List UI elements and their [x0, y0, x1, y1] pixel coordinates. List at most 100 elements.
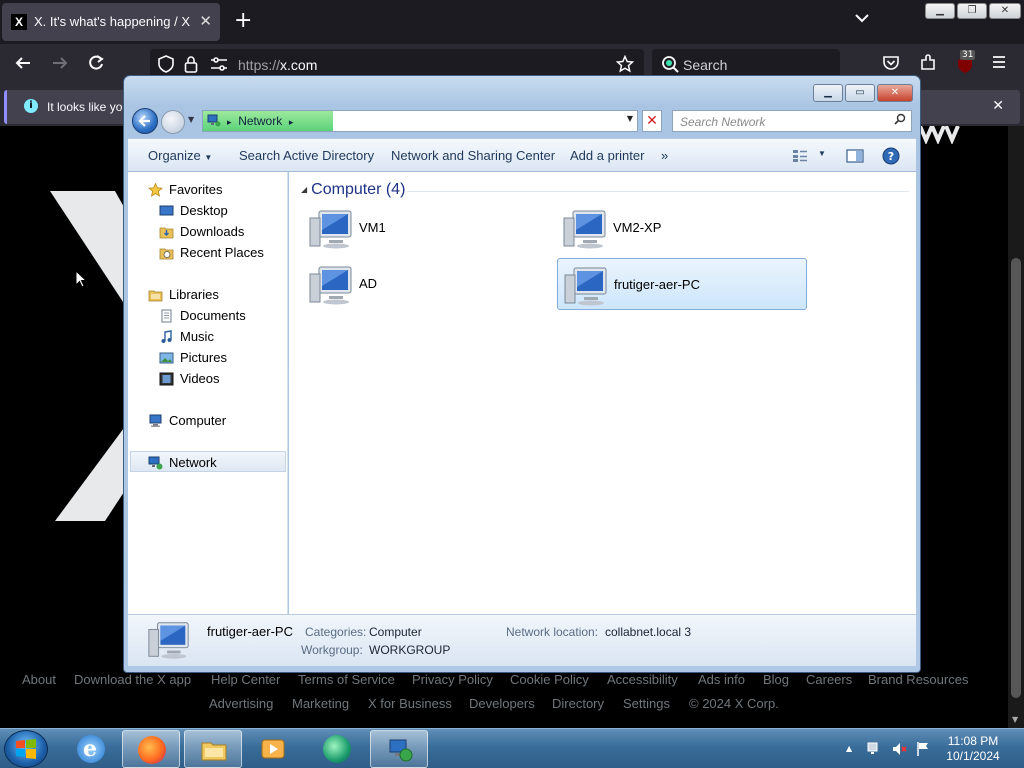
browser-minimize-button[interactable]: ▁ — [925, 3, 955, 19]
page-scrollbar[interactable]: ▼ — [1008, 126, 1024, 728]
more-commands-button[interactable]: » — [661, 148, 668, 163]
show-hidden-icons-button[interactable]: ▲ — [846, 744, 852, 753]
footer-link-about[interactable]: About — [22, 672, 56, 687]
extensions-icon[interactable] — [919, 54, 937, 77]
nav-videos-label: Videos — [180, 371, 220, 386]
permissions-icon[interactable] — [210, 56, 228, 77]
footer-link-download[interactable]: Download the X app — [74, 672, 191, 687]
collapse-triangle-icon[interactable]: ◢ — [301, 185, 307, 194]
nav-music-label: Music — [180, 329, 214, 344]
search-active-directory-button[interactable]: Search Active Directory — [239, 148, 374, 163]
forward-arrow-icon[interactable] — [51, 54, 69, 77]
network-computer-ad[interactable]: AD — [303, 258, 553, 310]
explorer-forward-button[interactable] — [161, 110, 185, 134]
footer-link-terms[interactable]: Terms of Service — [298, 672, 395, 687]
reload-icon[interactable] — [87, 54, 105, 77]
explorer-window: ▁ ▭ ✕ ▼ ▸ Network ▸ ▼ ✕ Search Network O… — [123, 75, 921, 673]
explorer-maximize-button[interactable]: ▭ — [845, 84, 875, 102]
notification-close-icon[interactable]: ✕ — [992, 98, 1004, 114]
footer-link-settings[interactable]: Settings — [623, 696, 670, 711]
network-status-icon[interactable] — [866, 741, 882, 760]
start-button[interactable] — [4, 730, 48, 768]
pocket-icon[interactable] — [882, 54, 900, 77]
group-header-computer[interactable]: ◢ Computer (4) — [301, 181, 405, 199]
breadcrumb-separator[interactable]: ▸ — [227, 117, 232, 127]
explorer-back-button[interactable] — [132, 108, 158, 134]
stop-loading-button[interactable]: ✕ — [642, 110, 662, 132]
network-computer-frutiger-aer-pc[interactable]: frutiger-aer-PC — [557, 258, 807, 310]
taskbar-media-player[interactable] — [244, 730, 302, 768]
volume-muted-icon[interactable] — [892, 741, 908, 760]
taskbar-firefox[interactable] — [122, 730, 180, 768]
footer-link-developers[interactable]: Developers — [469, 696, 535, 711]
action-center-flag-icon[interactable] — [916, 741, 930, 760]
taskbar-network-explorer[interactable] — [370, 730, 428, 768]
explorer-address-row: ▼ ▸ Network ▸ ▼ ✕ Search Network — [124, 106, 920, 136]
url-text[interactable]: https://x.com — [238, 57, 317, 73]
breadcrumb-separator[interactable]: ▸ — [289, 117, 294, 127]
address-dropdown-icon[interactable]: ▼ — [627, 114, 633, 123]
taskbar-clock[interactable]: 11:08 PM 10/1/2024 — [930, 734, 1016, 764]
organize-button[interactable]: Organize ▼ — [148, 148, 212, 163]
view-options-dropdown-icon[interactable]: ▼ — [818, 149, 826, 158]
footer-copyright: © 2024 X Corp. — [689, 696, 779, 711]
x-header-logo-fragment — [918, 126, 960, 144]
change-view-icon[interactable] — [792, 149, 808, 166]
network-icon — [148, 455, 163, 470]
firefox-icon — [138, 736, 166, 764]
page-scrollbar-thumb[interactable] — [1011, 258, 1021, 698]
network-computer-vm2-xp[interactable]: VM2-XP — [557, 202, 807, 254]
explorer-search-input[interactable]: Search Network — [672, 110, 912, 132]
scroll-down-icon[interactable]: ▼ — [1012, 715, 1018, 724]
network-computer-vm1[interactable]: VM1 — [303, 202, 553, 254]
new-tab-button[interactable]: + — [234, 9, 252, 33]
tab-title: X. It's what's happening / X — [34, 14, 190, 29]
taskbar-file-explorer[interactable] — [184, 730, 242, 768]
recent-pages-dropdown-icon[interactable]: ▼ — [188, 115, 194, 124]
menu-hamburger-icon[interactable] — [991, 54, 1007, 75]
back-arrow-icon[interactable] — [14, 54, 32, 77]
magnifier-icon[interactable] — [894, 113, 906, 128]
libraries-icon — [148, 287, 163, 302]
computer-icon — [148, 622, 189, 659]
explorer-minimize-button[interactable]: ▁ — [813, 84, 843, 102]
browser-tab-bar: X X. It's what's happening / X ✕ + ▁ ❐ ✕ — [0, 0, 1024, 44]
tab-close-icon[interactable]: ✕ — [199, 12, 212, 30]
footer-link-accessibility[interactable]: Accessibility — [607, 672, 678, 687]
help-icon[interactable]: ? — [882, 147, 900, 168]
details-network-location-label: Network location: — [506, 625, 599, 639]
add-printer-button[interactable]: Add a printer — [570, 148, 644, 163]
footer-link-ads-info[interactable]: Ads info — [698, 672, 745, 687]
media-player-icon — [261, 739, 285, 759]
footer-link-help[interactable]: Help Center — [211, 672, 280, 687]
footer-link-marketing[interactable]: Marketing — [292, 696, 349, 711]
footer-link-advertising[interactable]: Advertising — [209, 696, 273, 711]
taskbar-internet-explorer[interactable]: e — [62, 730, 120, 768]
address-breadcrumb[interactable]: ▸ Network ▸ — [227, 114, 293, 128]
browser-restore-button[interactable]: ❐ — [957, 3, 987, 19]
nav-recent-label: Recent Places — [180, 245, 264, 260]
nav-pictures-label: Pictures — [180, 350, 227, 365]
footer-link-brand[interactable]: Brand Resources — [868, 672, 968, 687]
computer-name-label: VM2-XP — [613, 220, 662, 235]
footer-link-blog[interactable]: Blog — [763, 672, 789, 687]
preview-pane-icon[interactable] — [846, 149, 864, 166]
browser-tab-x[interactable]: X X. It's what's happening / X ✕ — [2, 3, 220, 41]
list-all-tabs-icon[interactable] — [855, 11, 869, 27]
footer-link-cookie[interactable]: Cookie Policy — [510, 672, 589, 687]
footer-link-privacy[interactable]: Privacy Policy — [412, 672, 493, 687]
network-sharing-center-button[interactable]: Network and Sharing Center — [391, 148, 555, 163]
browser-close-button[interactable]: ✕ — [989, 3, 1021, 19]
nav-network[interactable]: Network — [130, 451, 286, 472]
footer-link-directory[interactable]: Directory — [552, 696, 604, 711]
explorer-search-placeholder: Search Network — [680, 115, 766, 129]
footer-link-careers[interactable]: Careers — [806, 672, 852, 687]
computer-name-label: VM1 — [359, 220, 386, 235]
nav-computer-label: Computer — [169, 413, 227, 428]
explorer-address-bar[interactable]: ▸ Network ▸ ▼ — [202, 110, 638, 132]
breadcrumb-network[interactable]: Network — [238, 114, 282, 128]
explorer-close-button[interactable]: ✕ — [877, 84, 913, 102]
footer-link-business[interactable]: X for Business — [368, 696, 452, 711]
mouse-cursor — [75, 270, 88, 288]
taskbar-frutiger-app[interactable] — [308, 730, 366, 768]
